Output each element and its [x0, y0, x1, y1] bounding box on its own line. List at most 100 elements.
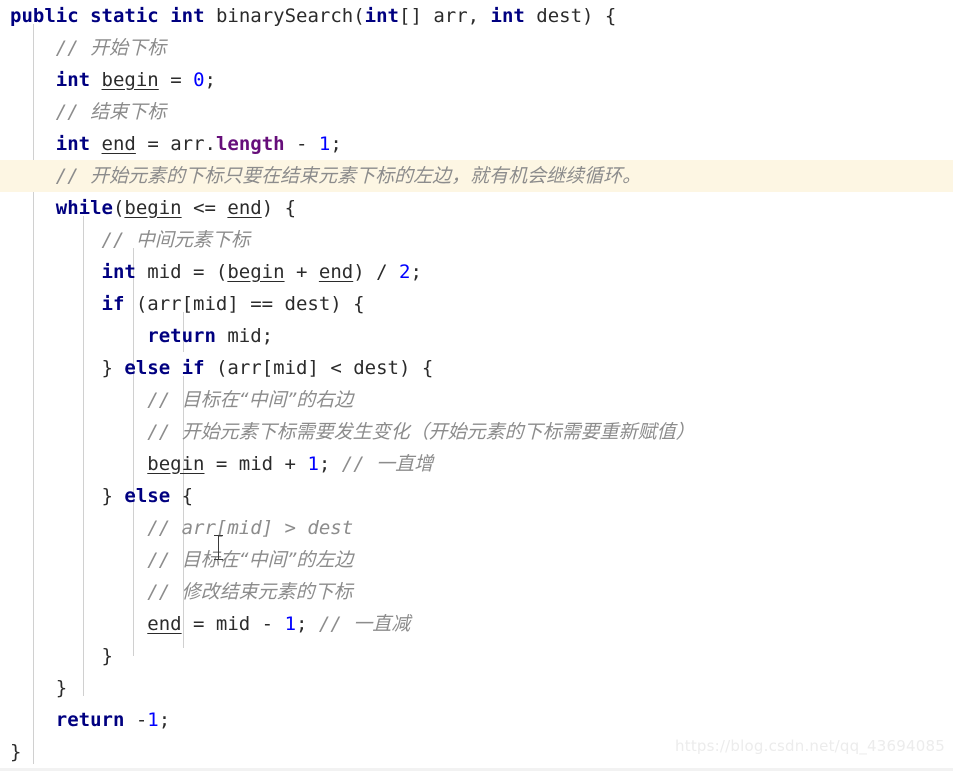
code-line[interactable]: // 开始下标: [0, 32, 953, 64]
token-plain: }: [101, 357, 125, 379]
token-plain: (arr[mid] < dest) {: [204, 357, 434, 379]
token-fld: begin: [101, 69, 159, 91]
token-plain: ;: [410, 261, 422, 283]
token-fld: end: [147, 613, 182, 635]
token-plain: ;: [318, 453, 342, 475]
code-line[interactable]: // 修改结束元素的下标: [0, 576, 953, 608]
token-plain: }: [55, 677, 68, 699]
code-line[interactable]: // 目标在“中间”的左边: [0, 544, 953, 576]
token-cmt: //: [318, 613, 354, 635]
code-line[interactable]: return -1;: [0, 704, 953, 736]
token-kw: if: [181, 357, 205, 379]
token-plain: (: [112, 197, 125, 219]
token-num: 1: [147, 709, 159, 731]
token-num: 1: [284, 613, 297, 635]
token-cmt-cn: 一直减: [353, 613, 411, 635]
token-cmt-cn: 目标在“中间”的左边: [181, 549, 354, 571]
token-plain: }: [101, 485, 125, 507]
token-plain: }: [101, 645, 113, 667]
token-kw: public: [10, 5, 79, 27]
token-fld: end: [227, 197, 262, 219]
token-plain: = mid +: [204, 453, 308, 475]
token-plain: [] arr,: [399, 5, 491, 27]
watermark-url: https://blog.csdn.net/qq_43694085: [675, 737, 945, 755]
code-line[interactable]: end = mid - 1; // 一直减: [0, 608, 953, 640]
token-kw: if: [101, 293, 125, 315]
code-line[interactable]: while(begin <= end) {: [0, 192, 953, 224]
token-plain: {: [170, 485, 194, 507]
token-fld: end: [101, 133, 136, 155]
token-plain: mid;: [215, 325, 274, 347]
code-line[interactable]: // 目标在“中间”的右边: [0, 384, 953, 416]
token-plain: (arr[mid] == dest) {: [124, 293, 365, 315]
token-cmt-cn: 一直增: [376, 453, 434, 475]
token-cmt: //: [55, 165, 91, 187]
code-line[interactable]: // 开始元素下标需要发生变化（开始元素的下标需要重新赋值）: [0, 416, 953, 448]
token-cmt-cn: 开始元素下标需要发生变化（开始元素的下标需要重新赋值）: [181, 421, 695, 443]
code-line[interactable]: }: [0, 672, 953, 704]
token-cmt: //: [341, 453, 377, 475]
code-line[interactable]: // arr[mid] > dest: [0, 512, 953, 544]
code-line[interactable]: return mid;: [0, 320, 953, 352]
code-line[interactable]: }: [0, 640, 953, 672]
token-cmt-cn: 结束下标: [90, 101, 167, 123]
token-plain: }: [10, 741, 22, 763]
token-plain: ) /: [353, 261, 399, 283]
token-num: 0: [193, 69, 205, 91]
token-plain: ;: [204, 69, 216, 91]
code-line[interactable]: int begin = 0;: [0, 64, 953, 96]
code-line[interactable]: // 开始元素的下标只要在结束元素下标的左边，就有机会继续循环。: [0, 160, 953, 192]
token-fld: begin: [147, 453, 205, 475]
token-cmt: //: [55, 101, 91, 123]
token-plain: +: [284, 261, 319, 283]
code-line[interactable]: // 中间元素下标: [0, 224, 953, 256]
token-cmt: //: [147, 421, 182, 443]
code-line[interactable]: // 结束下标: [0, 96, 953, 128]
token-plain: ) {: [261, 197, 297, 219]
token-kw: int: [490, 5, 525, 27]
code-line[interactable]: if (arr[mid] == dest) {: [0, 288, 953, 320]
code-line[interactable]: public static int binarySearch(int[] arr…: [0, 0, 953, 32]
token-cmt: // arr[mid] > dest: [147, 517, 354, 539]
code-line[interactable]: int mid = (begin + end) / 2;: [0, 256, 953, 288]
token-cmt: //: [147, 549, 182, 571]
token-plain: ;: [330, 133, 342, 155]
code-line[interactable]: } else {: [0, 480, 953, 512]
code-line[interactable]: } else if (arr[mid] < dest) {: [0, 352, 953, 384]
token-plain: -: [284, 133, 319, 155]
code-line[interactable]: int end = arr.length - 1;: [0, 128, 953, 160]
token-num: 2: [398, 261, 411, 283]
token-fld: begin: [227, 261, 285, 283]
token-plain: <=: [181, 197, 228, 219]
token-cmt-cn: 目标在“中间”的右边: [181, 389, 354, 411]
token-cmt: //: [55, 37, 91, 59]
token-kw: int: [55, 69, 91, 91]
code-editor[interactable]: public static int binarySearch(int[] arr…: [0, 0, 953, 771]
token-prop: length: [215, 133, 285, 155]
code-line[interactable]: begin = mid + 1; // 一直增: [0, 448, 953, 480]
token-plain: mid = (: [135, 261, 228, 283]
code-content[interactable]: public static int binarySearch(int[] arr…: [0, 0, 953, 768]
